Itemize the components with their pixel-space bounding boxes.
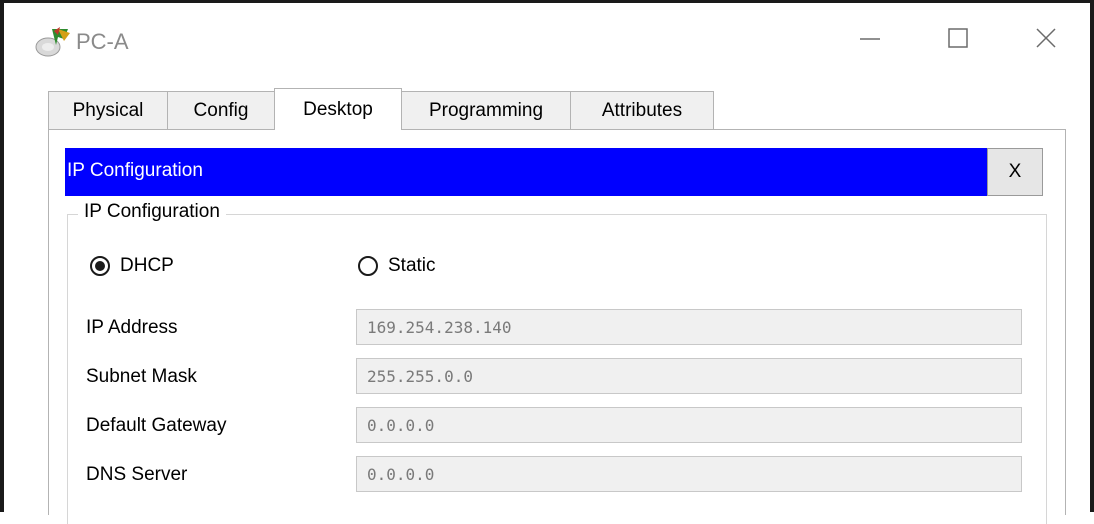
tab-config[interactable]: Config xyxy=(167,91,275,129)
group-legend: IP Configuration xyxy=(78,201,226,223)
tab-attributes[interactable]: Attributes xyxy=(570,91,714,129)
tab-physical[interactable]: Physical xyxy=(48,91,168,129)
dns-server-field[interactable]: 0.0.0.0 xyxy=(356,456,1022,492)
static-radio-indicator[interactable] xyxy=(358,256,378,276)
static-label: Static xyxy=(388,255,436,276)
title-bar[interactable]: PC-A xyxy=(4,3,1090,83)
maximize-button[interactable] xyxy=(928,13,988,63)
ip-config-group: IP Configuration DHCP Static IP Address … xyxy=(67,201,1047,524)
default-gateway-row: Default Gateway 0.0.0.0 xyxy=(86,407,1026,445)
dns-server-label: DNS Server xyxy=(86,464,188,485)
static-radio[interactable]: Static xyxy=(358,255,436,277)
ip-config-header: IP Configuration X xyxy=(65,148,1043,196)
subnet-mask-field[interactable]: 255.255.0.0 xyxy=(356,358,1022,394)
ip-address-row: IP Address 169.254.238.140 xyxy=(86,309,1026,347)
packet-tracer-pc-icon xyxy=(34,25,74,61)
dns-server-row: DNS Server 0.0.0.0 xyxy=(86,456,1026,494)
close-icon xyxy=(1036,28,1056,48)
close-window-button[interactable] xyxy=(1016,13,1076,63)
default-gateway-label: Default Gateway xyxy=(86,415,227,436)
ip-config-close-button[interactable]: X xyxy=(987,148,1043,196)
window-title: PC-A xyxy=(76,29,129,54)
minimize-button[interactable] xyxy=(840,13,900,63)
maximize-icon xyxy=(948,28,968,48)
subnet-mask-label: Subnet Mask xyxy=(86,366,197,387)
default-gateway-field[interactable]: 0.0.0.0 xyxy=(356,407,1022,443)
minimize-icon xyxy=(860,38,880,40)
desktop-panel: IP Configuration X IP Configuration DHCP… xyxy=(48,129,1066,524)
dhcp-radio[interactable]: DHCP xyxy=(90,255,174,277)
dhcp-radio-indicator[interactable] xyxy=(90,256,110,276)
tab-desktop[interactable]: Desktop xyxy=(274,88,402,130)
dhcp-label: DHCP xyxy=(120,255,174,276)
ip-config-title: IP Configuration xyxy=(67,160,203,181)
tab-programming[interactable]: Programming xyxy=(401,91,571,129)
ip-address-field[interactable]: 169.254.238.140 xyxy=(356,309,1022,345)
subnet-mask-row: Subnet Mask 255.255.0.0 xyxy=(86,358,1026,396)
ip-address-label: IP Address xyxy=(86,317,178,338)
app-window: PC-A Physical Config Desktop Programming… xyxy=(0,0,1094,524)
tab-bar: Physical Config Desktop Programming Attr… xyxy=(48,88,714,130)
